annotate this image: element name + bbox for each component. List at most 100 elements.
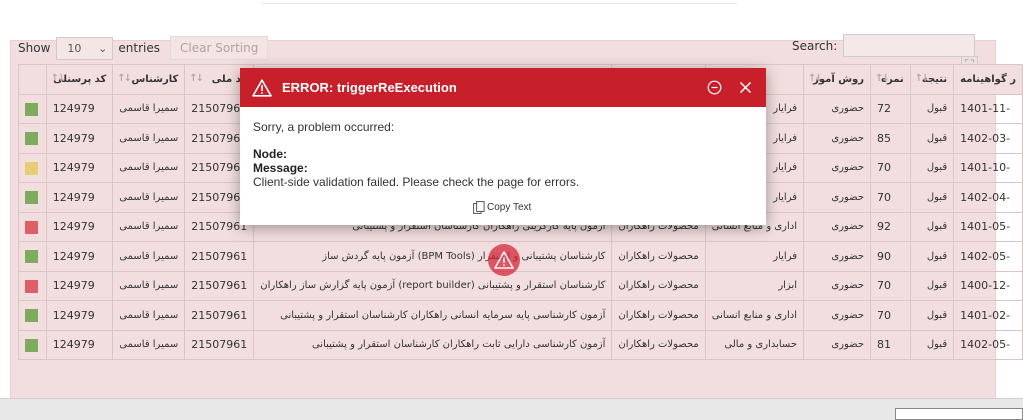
status-indicator (25, 220, 38, 234)
personnel-code-cell: 124979 (45, 93, 114, 124)
cert-date-cell: 1402-05- (953, 329, 1023, 360)
grade-cell: 81 (870, 329, 911, 360)
column-header-training-method[interactable]: ↑↓ روش آموز (802, 64, 872, 95)
clear-sorting-button[interactable]: Clear Sorting (170, 36, 269, 60)
training-method-cell: حضوری (802, 211, 872, 242)
training-method-cell: حضوری (802, 123, 872, 154)
status-indicator (25, 250, 38, 263)
column-header-expert[interactable]: ↑↓ کارشناس (112, 64, 186, 95)
status-indicator (25, 338, 38, 352)
table-row[interactable]: 124979 سمیرا قاسمی 21507961 کارشناسان استقر… (18, 270, 1023, 301)
minimize-icon[interactable] (707, 80, 722, 95)
status-cell (18, 152, 47, 183)
product-cell: محصولات راهکاران (611, 329, 706, 360)
expert-cell: سمیرا قاسمی (112, 123, 186, 154)
column-header-grade[interactable]: ↑↓ نمره (870, 64, 911, 95)
status-cell (18, 93, 47, 124)
horizontal-scrollbar[interactable] (0, 398, 1023, 420)
result-cell: قبول (909, 211, 955, 242)
training-method-cell: حضوری (802, 182, 872, 213)
personnel-code-cell: 124979 (45, 270, 114, 301)
result-cell: قبول (909, 329, 955, 360)
page-length-select[interactable]: 10 ⌄ (56, 36, 114, 60)
course-cell: کارشناسان استقرار و پشتیبانی (report bui… (253, 270, 613, 301)
grade-cell: 70 (870, 270, 911, 301)
product-cell: محصولات راهکاران (611, 241, 706, 272)
result-cell: قبول (909, 270, 955, 301)
result-cell: قبول (909, 152, 955, 183)
grade-cell: 92 (870, 211, 911, 242)
column-header-personnel-code[interactable]: ↑↓ کد پرسنلی (45, 64, 114, 95)
national-code-cell: 21507961 (184, 329, 255, 360)
error-dialog-header: ERROR: triggerReExecution (240, 68, 766, 107)
result-cell: قبول (909, 182, 955, 213)
personnel-code-cell: 124979 (45, 123, 114, 154)
show-label: Show (18, 41, 51, 55)
training-method-cell: حضوری (802, 300, 872, 331)
status-indicator (25, 102, 38, 116)
status-indicator (25, 132, 38, 145)
column-header-cert-date[interactable]: ر گواهینامه (953, 64, 1023, 95)
top-divider (262, 3, 737, 4)
personnel-code-cell: 124979 (45, 329, 114, 360)
personnel-code-cell: 124979 (45, 300, 114, 331)
status-cell (18, 329, 47, 360)
sort-icon: ↑↓ (117, 73, 132, 84)
expert-cell: سمیرا قاسمی (112, 93, 186, 124)
cert-date-cell: 1401-02- (953, 300, 1023, 331)
sort-icon: ↑↓ (914, 73, 930, 84)
grade-cell: 70 (870, 182, 911, 213)
cert-date-cell: 1402-03- (953, 123, 1023, 154)
personnel-code-cell: 124979 (45, 241, 114, 272)
status-cell (18, 211, 47, 242)
result-cell: قبول (909, 93, 955, 124)
table-row[interactable]: 124979 سمیرا قاسمی 21507961 کارشناسان پشتیب… (18, 241, 1023, 272)
expert-cell: سمیرا قاسمی (112, 329, 186, 360)
cert-date-cell: 1400-12- (953, 270, 1023, 301)
expert-cell: سمیرا قاسمی (112, 270, 186, 301)
cert-date-cell: 1401-11- (953, 93, 1023, 124)
search-label: Search: (792, 38, 838, 53)
cert-date-cell: 1401-05- (953, 211, 1023, 242)
national-code-cell: 21507961 (184, 270, 255, 301)
sort-icon: ↑↓ (875, 73, 890, 84)
error-dialog: ERROR: triggerReExecution Sorry, a probl… (240, 68, 766, 225)
table-row[interactable]: 124979 سمیرا قاسمی 21507961 آزمون کارشناسی … (18, 329, 1023, 360)
bottom-popup (895, 408, 1023, 420)
close-icon[interactable] (739, 81, 752, 94)
grade-cell: 72 (870, 93, 911, 124)
table-search: Search: (792, 34, 976, 57)
grade-cell: 70 (870, 300, 911, 331)
warning-icon (252, 78, 272, 97)
sort-icon: ↑↓ (189, 73, 204, 84)
error-intro: Sorry, a problem occurred: (253, 120, 395, 134)
sort-icon: ↑↓ (808, 73, 823, 84)
grade-cell: 70 (870, 152, 911, 183)
course-cell: آزمون کارشناسی پایه سرمایه انسانی راهکار… (253, 300, 613, 331)
search-input[interactable] (843, 34, 976, 57)
copy-icon (473, 201, 485, 214)
product-cell: محصولات راهکاران (611, 270, 706, 301)
sort-icon: ↑↓ (50, 73, 66, 84)
personnel-code-cell: 124979 (45, 182, 114, 213)
expert-cell: سمیرا قاسمی (112, 211, 186, 242)
national-code-cell: 21507961 (184, 241, 255, 272)
cert-date-cell: 1402-04- (953, 182, 1023, 213)
status-column-header (18, 64, 47, 95)
training-method-cell: حضوری (802, 152, 872, 183)
floating-warning-icon[interactable] (488, 244, 520, 276)
training-method-cell: حضوری (802, 270, 872, 301)
area-cell: ابزار (704, 270, 805, 301)
copy-text-label: Copy Text (487, 202, 532, 213)
grade-cell: 85 (870, 123, 911, 154)
status-cell (18, 300, 47, 331)
expert-cell: سمیرا قاسمی (112, 241, 186, 272)
page-length-value: 10 (67, 41, 82, 55)
table-row[interactable]: 124979 سمیرا قاسمی 21507961 آزمون کارشناسی … (18, 300, 1023, 331)
copy-text-button[interactable]: Copy Text (473, 201, 531, 214)
status-cell (18, 123, 47, 154)
status-indicator (25, 161, 38, 175)
training-method-cell: حضوری (802, 329, 872, 360)
column-header-result[interactable]: ↑↓ نتیجه (909, 64, 955, 95)
course-cell: کارشناسان پشتیبانی و استقرار (BPM Tools)… (253, 241, 613, 272)
